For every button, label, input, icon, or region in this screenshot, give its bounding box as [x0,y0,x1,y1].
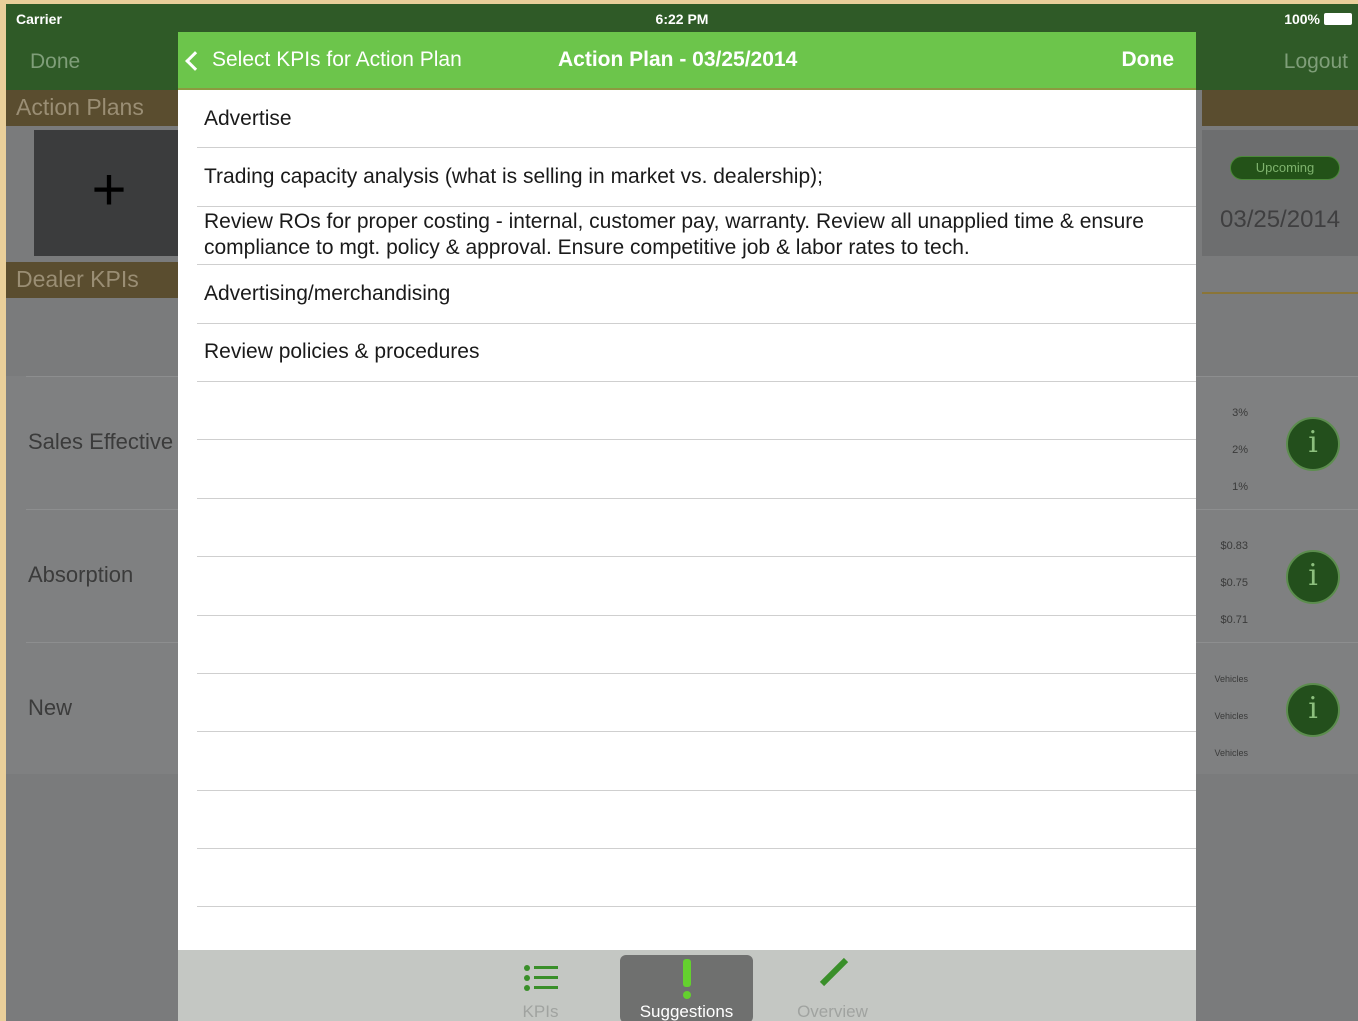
action-plan-modal: Select KPIs for Action Plan Action Plan … [178,32,1196,1021]
tab-suggestions[interactable]: Suggestions [620,955,753,1021]
list-item[interactable]: Advertising/merchandising [197,265,1196,324]
tab-bar: KPIs Suggestions Overview [178,950,1196,1021]
page-title: Action Plan - 03/25/2014 [558,48,798,71]
list-item[interactable] [197,440,1196,499]
device-screen: Carrier 6:22 PM 100% Done Logout Action … [6,4,1358,1021]
tab-label: Suggestions [639,1002,734,1021]
list-item[interactable]: Trading capacity analysis (what is selli… [197,148,1196,207]
action-plan-date: 03/25/2014 [1220,206,1341,233]
list-item[interactable]: Review policies & procedures [197,324,1196,382]
info-icon[interactable]: i [1286,550,1340,604]
list-item[interactable] [197,499,1196,558]
list-item[interactable]: Advertise [197,90,1196,149]
add-action-plan-button[interactable]: + [34,130,184,256]
list-item[interactable] [197,616,1196,674]
list-item[interactable] [197,907,1196,950]
kpi-label: Sales Effective [28,429,174,454]
kpi-label: Absorption [28,562,134,587]
list-item[interactable] [197,791,1196,850]
kpi-axis-ticks: Vehicles Vehicles Vehicles [1214,674,1248,758]
kpi-axis-ticks: $0.83 $0.75 $0.71 [1220,540,1248,626]
info-icon[interactable]: i [1286,417,1340,471]
logout-button[interactable]: Logout [1284,50,1348,74]
kpi-label: New [28,695,73,720]
list-item[interactable] [197,732,1196,791]
suggestions-list: Advertise Trading capacity analysis (wha… [178,90,1196,950]
battery-indicator: 100% [1284,11,1352,27]
exclamation-icon [682,959,691,999]
tab-label: KPIs [522,1002,559,1021]
divider [1202,292,1358,294]
background-done-button[interactable]: Done [30,50,80,74]
status-time: 6:22 PM [655,11,709,27]
chevron-left-icon [185,51,205,71]
tab-label: Overview [797,1002,868,1021]
tab-kpis[interactable]: KPIs [474,955,607,1021]
battery-percent: 100% [1284,11,1320,27]
status-badge: Upcoming [1230,156,1340,180]
back-button[interactable]: Select KPIs for Action Plan [185,48,462,72]
pencil-icon [819,957,848,987]
list-item[interactable] [197,674,1196,733]
list-item[interactable] [197,382,1196,441]
list-item[interactable]: Review ROs for proper costing - internal… [197,207,1196,266]
status-bar: Carrier 6:22 PM 100% [6,4,1358,32]
info-icon[interactable]: i [1286,683,1340,737]
kpi-axis-ticks: 3% 2% 1% [1232,407,1248,493]
done-button[interactable]: Done [1122,48,1175,72]
modal-nav-bar: Select KPIs for Action Plan Action Plan … [178,32,1196,90]
tab-overview[interactable]: Overview [766,955,899,1021]
action-plans-header: Action Plans [6,90,178,126]
battery-icon [1324,13,1352,25]
back-button-label: Select KPIs for Action Plan [212,48,462,71]
list-item[interactable] [197,557,1196,616]
action-plan-card[interactable]: Upcoming 03/25/2014 [1202,130,1358,256]
dealer-kpis-header: Dealer KPIs [6,262,178,298]
list-icon [523,963,558,993]
list-item[interactable] [197,849,1196,908]
action-plans-header-right [1202,90,1358,126]
